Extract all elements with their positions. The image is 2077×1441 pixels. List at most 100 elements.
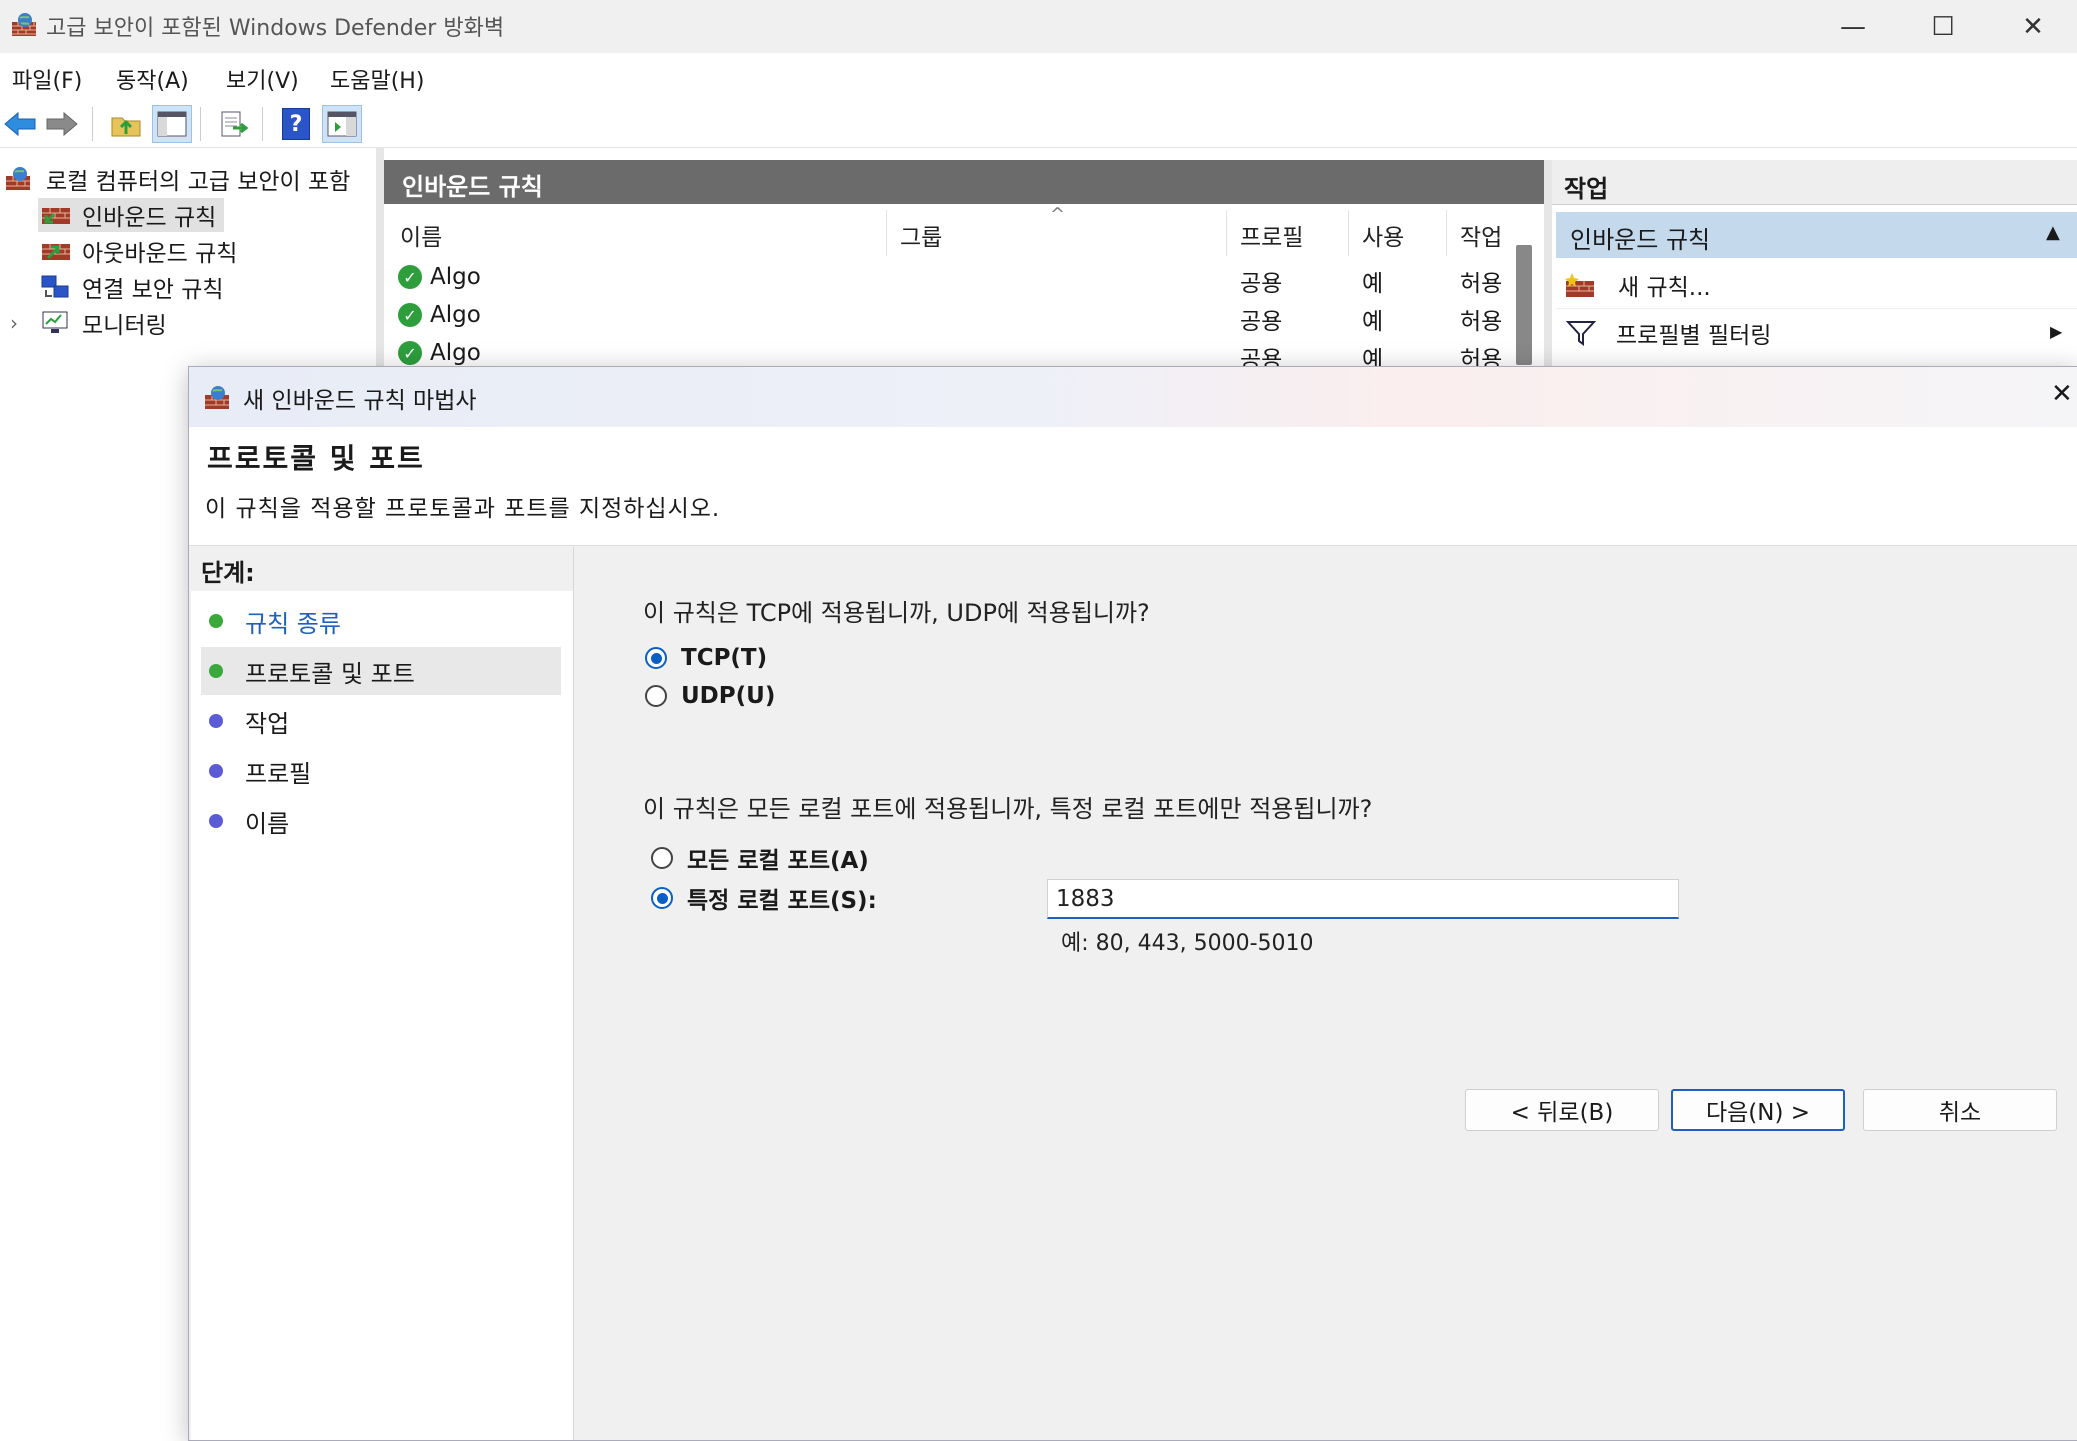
tree-item-monitoring[interactable]: › 모니터링 xyxy=(10,306,167,340)
new-rule-icon xyxy=(1565,273,1594,297)
step-done-dot-icon xyxy=(209,614,223,628)
step-pending-dot-icon xyxy=(209,814,223,828)
step-rule-type[interactable]: 규칙 종류 xyxy=(201,597,561,645)
rule-enabled: 예 xyxy=(1362,309,1384,335)
protocol-question: 이 규칙은 TCP에 적용됩니까, UDP에 적용됩니까? xyxy=(643,599,1150,627)
allow-check-icon: ✓ xyxy=(398,303,422,327)
port-question: 이 규칙은 모든 로컬 포트에 적용됩니까, 특정 로컬 포트에만 적용됩니까? xyxy=(643,795,1373,823)
collapse-triangle-icon[interactable]: ▲ xyxy=(2046,222,2060,243)
column-header-name[interactable]: 이름 xyxy=(400,218,442,252)
step-protocol-and-ports: 프로토콜 및 포트 xyxy=(201,647,561,695)
step-label: 작업 xyxy=(245,709,290,738)
show-hide-action-pane-icon[interactable] xyxy=(322,105,362,143)
help-glyph: ? xyxy=(282,108,310,140)
help-icon[interactable]: ? xyxy=(276,105,316,143)
wizard-steps: 단계: 규칙 종류 프로토콜 및 포트 작업 프로필 이름 xyxy=(191,547,574,1440)
rule-name: Algo xyxy=(430,302,481,328)
menu-bar: 파일(F) 동작(A) 보기(V) 도움말(H) xyxy=(0,53,2077,100)
step-label: 프로필 xyxy=(245,759,312,788)
column-separator[interactable] xyxy=(886,210,887,256)
tree-root[interactable]: 로컬 컴퓨터의 고급 보안이 포함 xyxy=(4,162,350,196)
steps-label: 단계: xyxy=(201,559,255,587)
radio-label: UDP(U) xyxy=(681,683,776,709)
expand-chevron-icon[interactable]: › xyxy=(10,311,30,335)
inbound-rules-icon xyxy=(42,208,70,224)
column-header-action[interactable]: 작업 xyxy=(1460,218,1502,252)
back-button[interactable]: < 뒤로(B) xyxy=(1465,1089,1659,1131)
menu-file[interactable]: 파일(F) xyxy=(12,63,82,95)
pane-splitter[interactable] xyxy=(1544,160,1552,370)
radio-label: 모든 로컬 포트(A) xyxy=(687,848,869,874)
step-profile: 프로필 xyxy=(201,747,561,795)
minimize-button[interactable]: — xyxy=(1808,0,1898,53)
firewall-globe-icon xyxy=(6,167,30,190)
wizard-header: 프로토콜 및 포트 이 규칙을 적용할 프로토콜과 포트를 지정하십시오. xyxy=(189,427,2077,546)
rule-name: Algo xyxy=(430,264,481,290)
step-pending-dot-icon xyxy=(209,714,223,728)
radio-unselected-icon[interactable] xyxy=(651,847,673,869)
action-filter-by-profile[interactable]: 프로필별 필터링 ▶ xyxy=(1556,310,2077,356)
toolbar-separator xyxy=(200,107,201,141)
radio-unselected-icon[interactable] xyxy=(645,685,667,707)
step-name: 이름 xyxy=(201,797,561,845)
back-arrow-icon[interactable] xyxy=(0,105,40,143)
firewall-app-icon xyxy=(205,386,229,409)
forward-arrow-icon[interactable] xyxy=(42,105,82,143)
maximize-button[interactable]: ☐ xyxy=(1898,0,1988,53)
firewall-app-icon xyxy=(12,13,36,36)
wizard-close-button[interactable]: ✕ xyxy=(2051,379,2073,409)
toolbar-separator xyxy=(262,107,263,141)
monitoring-icon xyxy=(42,311,68,333)
step-action: 작업 xyxy=(201,697,561,745)
local-port-input[interactable] xyxy=(1047,879,1679,919)
column-header-profile[interactable]: 프로필 xyxy=(1240,218,1303,252)
radio-udp[interactable]: UDP(U) xyxy=(645,683,775,709)
step-label: 이름 xyxy=(245,809,290,838)
radio-specific-local-ports[interactable]: 특정 로컬 포트(S): xyxy=(651,881,877,915)
tree-item-label: 모니터링 xyxy=(82,313,167,339)
next-button[interactable]: 다음(N) > xyxy=(1671,1089,1845,1131)
menu-help[interactable]: 도움말(H) xyxy=(330,63,424,95)
show-hide-tree-icon[interactable] xyxy=(152,105,192,143)
wizard-titlebar: 새 인바운드 규칙 마법사 ✕ xyxy=(189,367,2077,427)
rules-scrollbar[interactable] xyxy=(1516,245,1532,365)
wizard-subheading: 이 규칙을 적용할 프로토콜과 포트를 지정하십시오. xyxy=(205,496,721,522)
menu-view[interactable]: 보기(V) xyxy=(226,63,299,95)
radio-all-local-ports[interactable]: 모든 로컬 포트(A) xyxy=(651,841,869,875)
export-list-icon[interactable] xyxy=(214,105,254,143)
tree-item-outbound-rules[interactable]: 아웃바운드 규칙 xyxy=(40,234,237,268)
column-header-group[interactable]: 그룹 xyxy=(900,218,942,252)
rule-action: 허용 xyxy=(1460,309,1503,335)
window-title: 고급 보안이 포함된 Windows Defender 방화벽 xyxy=(46,16,505,41)
filter-funnel-icon xyxy=(1566,321,1596,346)
table-row[interactable]: ✓ Algo 공용 예 허용 xyxy=(384,298,1514,336)
table-row[interactable]: ✓ Algo 공용 예 허용 xyxy=(384,260,1514,298)
radio-selected-icon[interactable] xyxy=(651,887,673,909)
column-header-enabled[interactable]: 사용 xyxy=(1362,218,1404,252)
port-example-text: 예: 80, 443, 5000-5010 xyxy=(1061,931,1314,956)
up-folder-icon[interactable] xyxy=(106,105,146,143)
column-separator[interactable] xyxy=(1226,210,1227,256)
column-separator[interactable] xyxy=(1348,210,1349,256)
close-button[interactable]: ✕ xyxy=(1988,0,2077,53)
console-tree: 로컬 컴퓨터의 고급 보안이 포함 인바운드 규칙 아웃바운드 규칙 연결 보안… xyxy=(0,148,376,368)
rules-pane-header: 인바운드 규칙 xyxy=(384,160,1544,204)
actions-section-inbound[interactable]: 인바운드 규칙 ▲ xyxy=(1556,212,2077,258)
tree-item-inbound-rules[interactable]: 인바운드 규칙 xyxy=(38,198,225,232)
sort-ascending-icon: ^ xyxy=(1050,204,1066,225)
step-pending-dot-icon xyxy=(209,764,223,778)
tree-item-label: 연결 보안 규칙 xyxy=(82,277,224,303)
column-separator[interactable] xyxy=(1446,210,1447,256)
radio-tcp[interactable]: TCP(T) xyxy=(645,645,767,671)
actions-pane-header: 작업 xyxy=(1552,160,2077,205)
action-label: 새 규칙... xyxy=(1618,275,1711,301)
tree-item-connection-security-rules[interactable]: 연결 보안 규칙 xyxy=(40,270,224,304)
action-new-rule[interactable]: 새 규칙... xyxy=(1556,262,2077,309)
pane-splitter[interactable] xyxy=(376,148,384,370)
rule-name: Algo xyxy=(430,340,481,366)
rule-profile: 공용 xyxy=(1240,309,1283,335)
connection-security-icon xyxy=(41,275,69,298)
radio-selected-icon[interactable] xyxy=(645,647,667,669)
cancel-button[interactable]: 취소 xyxy=(1863,1089,2057,1131)
menu-action[interactable]: 동작(A) xyxy=(116,63,189,95)
